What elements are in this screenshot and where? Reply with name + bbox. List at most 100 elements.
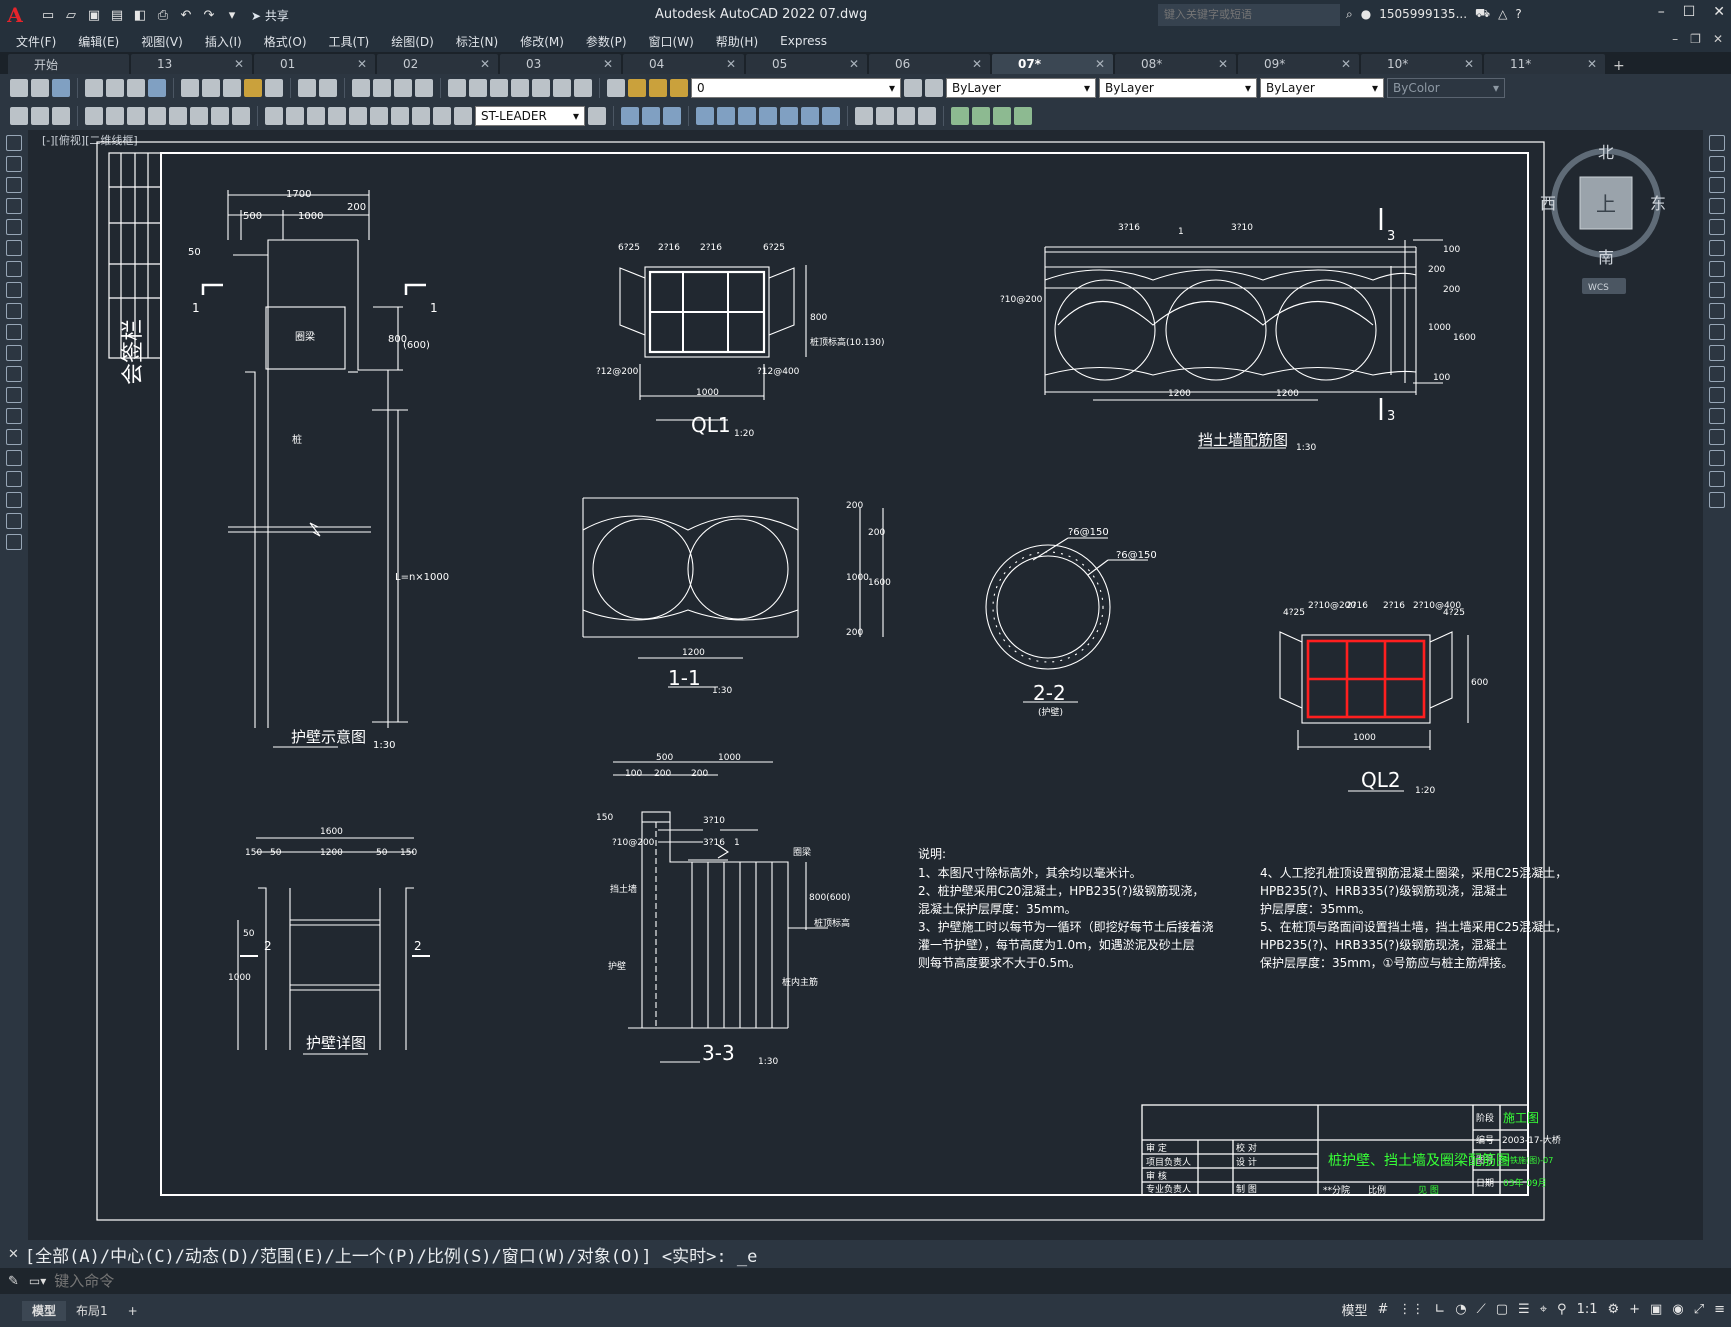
jogged-linear-icon[interactable] bbox=[433, 107, 451, 125]
tab-close-icon[interactable]: ✕ bbox=[1464, 57, 1474, 71]
construction-line-icon[interactable] bbox=[6, 156, 22, 172]
viewcube[interactable]: 上 北 南 东 西 WCS bbox=[1540, 143, 1666, 294]
tab-close-icon[interactable]: ✕ bbox=[1341, 57, 1351, 71]
recent-commands-icon[interactable]: ▭▾ bbox=[29, 1274, 46, 1288]
undo-icon[interactable] bbox=[298, 79, 316, 97]
tab-close-icon[interactable]: ✕ bbox=[1587, 57, 1597, 71]
command-input[interactable] bbox=[54, 1272, 655, 1290]
tab-02[interactable]: 02 ✕ bbox=[377, 54, 498, 74]
cut-icon[interactable] bbox=[181, 79, 199, 97]
tab-09[interactable]: 09* ✕ bbox=[1238, 54, 1359, 74]
extrude-icon[interactable] bbox=[696, 107, 714, 125]
jogged-dim-icon[interactable] bbox=[190, 107, 208, 125]
3d-print-icon[interactable] bbox=[148, 79, 166, 97]
point-icon[interactable] bbox=[6, 408, 22, 424]
annotation-visibility-icon[interactable]: ⚲ bbox=[1557, 1302, 1567, 1317]
diameter-dim-icon[interactable] bbox=[211, 107, 229, 125]
ordinate-dim-icon[interactable] bbox=[148, 107, 166, 125]
grid-icon[interactable]: # bbox=[1377, 1302, 1388, 1317]
workspace-gear-icon[interactable]: ⚙ bbox=[1607, 1302, 1619, 1317]
layout-tab-layout1[interactable]: 布局1 bbox=[66, 1301, 118, 1321]
tab-close-icon[interactable]: ✕ bbox=[972, 57, 982, 71]
move-icon[interactable] bbox=[1709, 240, 1725, 256]
plot-icon[interactable] bbox=[85, 79, 103, 97]
visual-style-icon[interactable] bbox=[855, 107, 873, 125]
sheet-set-icon[interactable] bbox=[511, 79, 529, 97]
gradient-icon[interactable] bbox=[6, 450, 22, 466]
dim-break-icon[interactable] bbox=[349, 107, 367, 125]
quick-dim-icon[interactable] bbox=[265, 107, 283, 125]
rotate-icon[interactable] bbox=[1709, 261, 1725, 277]
intersect-icon[interactable] bbox=[822, 107, 840, 125]
ucs-world-icon[interactable] bbox=[972, 107, 990, 125]
menu-view[interactable]: 视图(V) bbox=[141, 33, 183, 50]
model-space-button[interactable]: 模型 bbox=[1341, 1300, 1367, 1319]
doc-close-icon[interactable]: ✕ bbox=[1713, 32, 1723, 46]
undo-icon[interactable]: ↶ bbox=[176, 5, 196, 25]
paste-icon[interactable] bbox=[223, 79, 241, 97]
open-file-icon[interactable]: ▱ bbox=[61, 5, 81, 25]
render-icon[interactable] bbox=[31, 107, 49, 125]
save-icon[interactable]: ▣ bbox=[84, 5, 104, 25]
workspace-icon[interactable] bbox=[10, 107, 28, 125]
publish-icon[interactable] bbox=[127, 79, 145, 97]
markup-icon[interactable] bbox=[532, 79, 550, 97]
search-icon[interactable]: ⌕ bbox=[1346, 7, 1353, 22]
plotstyle-dropdown[interactable]: ByColor ▾ bbox=[1387, 78, 1505, 98]
extend-icon[interactable] bbox=[1709, 345, 1725, 361]
save-as-icon[interactable]: ▤ bbox=[107, 5, 127, 25]
layer-dropdown[interactable]: 0 ▾ bbox=[691, 78, 901, 98]
menu-tools[interactable]: 工具(T) bbox=[329, 33, 370, 50]
new-tab-icon[interactable]: + bbox=[1613, 58, 1625, 74]
plot-icon[interactable]: ⎙ bbox=[153, 5, 173, 25]
dim-style-icon[interactable] bbox=[588, 107, 606, 125]
3d-cone-icon[interactable] bbox=[663, 107, 681, 125]
menu-parametric[interactable]: 参数(P) bbox=[586, 33, 627, 50]
table-icon[interactable] bbox=[6, 492, 22, 508]
add-layout-icon[interactable]: + bbox=[118, 1301, 148, 1321]
center-mark-icon[interactable] bbox=[391, 107, 409, 125]
3d-box-icon[interactable] bbox=[621, 107, 639, 125]
tool-palettes-icon[interactable] bbox=[490, 79, 508, 97]
conceptual-icon[interactable] bbox=[918, 107, 936, 125]
ucs-icon[interactable] bbox=[951, 107, 969, 125]
menu-help[interactable]: 帮助(H) bbox=[716, 33, 758, 50]
doc-restore-icon[interactable]: ❐ bbox=[1690, 32, 1701, 46]
polyline-icon[interactable] bbox=[6, 177, 22, 193]
properties-icon[interactable] bbox=[448, 79, 466, 97]
aligned-dim-icon[interactable] bbox=[106, 107, 124, 125]
linear-dim-icon[interactable] bbox=[85, 107, 103, 125]
rectangle-icon[interactable] bbox=[6, 219, 22, 235]
3d-wedge-icon[interactable] bbox=[642, 107, 660, 125]
user-icon[interactable]: ● bbox=[1361, 7, 1371, 21]
tab-06[interactable]: 06 ✕ bbox=[869, 54, 990, 74]
menu-file[interactable]: 文件(F) bbox=[16, 33, 56, 50]
tab-05[interactable]: 05 ✕ bbox=[746, 54, 867, 74]
tab-close-icon[interactable]: ✕ bbox=[726, 57, 736, 71]
revolve-icon[interactable] bbox=[717, 107, 735, 125]
layout-tab-model[interactable]: 模型 bbox=[22, 1300, 67, 1321]
menu-draw[interactable]: 绘图(D) bbox=[391, 33, 434, 50]
tab-03[interactable]: 03 ✕ bbox=[500, 54, 621, 74]
revision-cloud-icon[interactable] bbox=[6, 282, 22, 298]
help-icon[interactable] bbox=[574, 79, 592, 97]
ucs-face-icon[interactable] bbox=[1014, 107, 1032, 125]
break-icon[interactable] bbox=[1709, 387, 1725, 403]
radius-dim-icon[interactable] bbox=[169, 107, 187, 125]
share-button[interactable]: ➤ 共享 bbox=[251, 7, 289, 24]
mirror-icon[interactable] bbox=[1709, 177, 1725, 193]
user-name[interactable]: 1505999135... bbox=[1379, 7, 1467, 21]
explode-icon[interactable] bbox=[1709, 492, 1725, 508]
continue-dim-icon[interactable] bbox=[307, 107, 325, 125]
exchange-icon[interactable]: △ bbox=[1498, 7, 1507, 21]
erase-icon[interactable] bbox=[1709, 135, 1725, 151]
dim-edit-icon[interactable] bbox=[454, 107, 472, 125]
arc-length-icon[interactable] bbox=[127, 107, 145, 125]
minimize-icon[interactable]: – bbox=[1658, 4, 1665, 20]
match-properties-icon[interactable] bbox=[244, 79, 262, 97]
tab-04[interactable]: 04 ✕ bbox=[623, 54, 744, 74]
web-mobile-icon[interactable]: ◧ bbox=[130, 5, 150, 25]
menu-express[interactable]: Express bbox=[780, 34, 827, 48]
angular-dim-icon[interactable] bbox=[232, 107, 250, 125]
circle-icon[interactable] bbox=[6, 261, 22, 277]
